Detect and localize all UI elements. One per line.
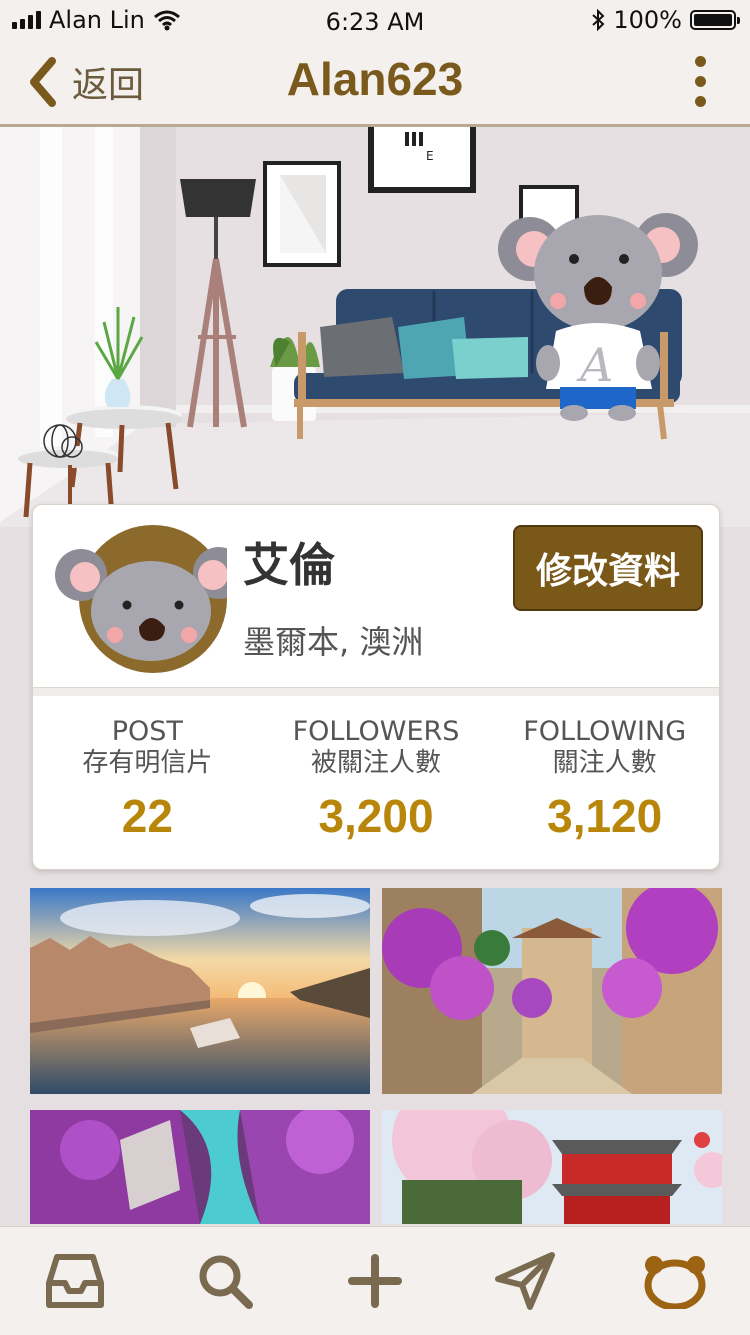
bluetooth-icon: [592, 9, 605, 31]
tab-send[interactable]: [475, 1241, 575, 1321]
more-dot-icon: [695, 76, 706, 87]
tab-add[interactable]: [325, 1241, 425, 1321]
stat-posts[interactable]: POST 存有明信片 22: [33, 717, 262, 843]
stat-value: 3,200: [318, 790, 434, 842]
poster-letter: E: [426, 149, 434, 163]
avatar[interactable]: [55, 523, 227, 675]
stat-value: 3,120: [547, 790, 663, 842]
send-icon: [495, 1252, 555, 1310]
user-location: 墨爾本, 澳洲: [243, 623, 424, 661]
stat-label: FOLLOWING: [523, 716, 687, 747]
search-icon: [199, 1255, 253, 1309]
battery-icon: [690, 10, 740, 30]
tab-inbox[interactable]: [25, 1241, 125, 1321]
card-divider: [33, 687, 719, 696]
stat-following[interactable]: FOLLOWING 關注人數 3,120: [490, 717, 719, 843]
paris-river-photo[interactable]: [30, 888, 370, 1094]
cherry-temple-photo[interactable]: [382, 1110, 722, 1224]
add-icon: [348, 1254, 402, 1308]
more-dot-icon: [695, 56, 706, 67]
battery-percent: 100%: [613, 6, 682, 34]
tab-search[interactable]: [175, 1241, 275, 1321]
stat-label: POST: [111, 716, 183, 747]
stat-sublabel: 被關注人數: [311, 748, 442, 778]
nav-bar: 返回 Alan623: [0, 42, 750, 127]
shirt-letter: A: [576, 338, 613, 392]
status-bar: Alan Lin 6:23 AM 100%: [0, 0, 750, 42]
stat-sublabel: 關注人數: [552, 748, 657, 778]
purple-canyon-photo[interactable]: [30, 1110, 370, 1224]
cover-illustration: E A: [0, 127, 750, 527]
user-name: 艾倫: [243, 538, 335, 592]
profile-card: 艾倫 墨爾本, 澳洲 修改資料 POST 存有明信片 22 FOLLOWERS …: [32, 504, 720, 870]
tab-bar: [0, 1226, 750, 1335]
page-title: Alan623: [286, 53, 464, 105]
tab-profile[interactable]: [625, 1241, 725, 1321]
stat-followers[interactable]: FOLLOWERS 被關注人數 3,200: [262, 717, 491, 843]
edit-profile-button[interactable]: 修改資料: [513, 525, 703, 611]
inbox-icon: [46, 1254, 104, 1308]
flower-village-photo[interactable]: [382, 888, 722, 1094]
more-dot-icon: [695, 96, 706, 107]
more-menu-button[interactable]: [695, 56, 706, 107]
stat-sublabel: 存有明信片: [82, 748, 213, 778]
stats-row: POST 存有明信片 22 FOLLOWERS 被關注人數 3,200 FOLL…: [33, 717, 719, 843]
stat-value: 22: [121, 790, 173, 842]
profile-bear-icon: [644, 1256, 706, 1309]
wall-poster: E: [368, 127, 476, 193]
stat-label: FOLLOWERS: [292, 716, 460, 747]
